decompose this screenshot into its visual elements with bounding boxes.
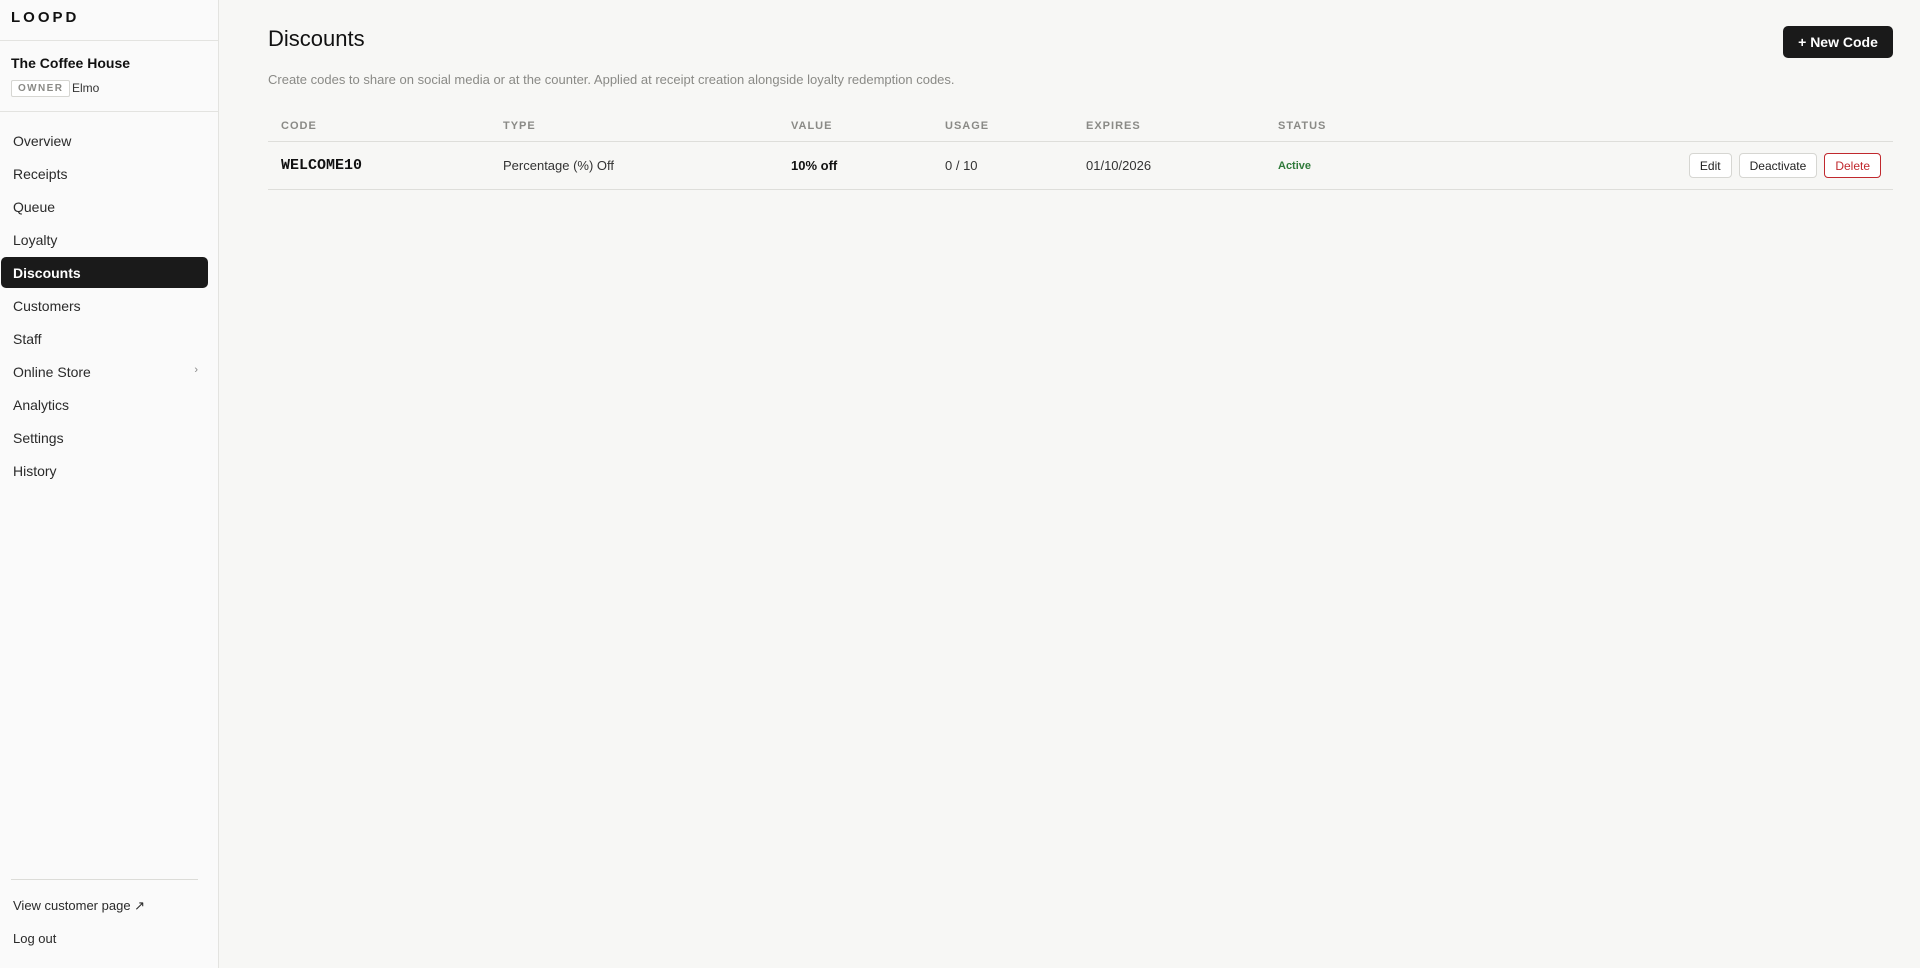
table-row: WELCOME10 Percentage (%) Off 10% off 0 /…	[268, 142, 1893, 190]
discount-code: WELCOME10	[281, 157, 363, 174]
sidebar-item-label: Online Store	[13, 363, 91, 380]
column-header-status: STATUS	[1278, 120, 1327, 132]
sidebar-item-history[interactable]: History	[1, 455, 208, 486]
sidebar-divider	[0, 40, 218, 41]
sidebar-item-online-store[interactable]: Online Store ›	[1, 356, 208, 387]
sidebar-item-overview[interactable]: Overview	[1, 125, 208, 156]
view-customer-page-link[interactable]: View customer page ↗	[13, 898, 145, 914]
sidebar: LOOPD The Coffee House OWNER Elmo Overvi…	[0, 0, 219, 968]
sidebar-item-label: Staff	[13, 330, 42, 347]
column-header-expires: EXPIRES	[1086, 120, 1141, 132]
sidebar-item-settings[interactable]: Settings	[1, 422, 208, 453]
column-header-value: VALUE	[791, 120, 833, 132]
chevron-right-icon: ›	[194, 364, 198, 376]
app-logo[interactable]: LOOPD	[11, 9, 79, 26]
sidebar-item-label: Customers	[13, 297, 81, 314]
row-actions: Edit Deactivate Delete	[1688, 153, 1881, 178]
discount-usage: 0 / 10	[945, 158, 978, 173]
sidebar-item-loyalty[interactable]: Loyalty	[1, 224, 208, 255]
sidebar-item-label: Queue	[13, 198, 56, 215]
discount-value: 10% off	[791, 158, 838, 173]
sidebar-item-staff[interactable]: Staff	[1, 323, 208, 354]
discounts-table: CODE TYPE VALUE USAGE EXPIRES STATUS WEL…	[268, 117, 1893, 190]
deactivate-button[interactable]: Deactivate	[1738, 153, 1818, 178]
status-badge: Active	[1278, 160, 1312, 172]
sidebar-nav: Overview Receipts Queue Loyalty Discount…	[0, 125, 219, 488]
edit-button[interactable]: Edit	[1688, 153, 1732, 178]
sidebar-item-customers[interactable]: Customers	[1, 290, 208, 321]
table-header: CODE TYPE VALUE USAGE EXPIRES STATUS	[268, 117, 1893, 142]
column-header-usage: USAGE	[945, 120, 990, 132]
page-subtitle: Create codes to share on social media or…	[268, 72, 955, 87]
column-header-type: TYPE	[503, 120, 536, 132]
column-header-code: CODE	[281, 120, 317, 132]
sidebar-item-label: History	[13, 462, 57, 479]
logout-link[interactable]: Log out	[13, 931, 56, 946]
sidebar-divider	[0, 111, 218, 112]
store-name: The Coffee House	[11, 55, 131, 71]
sidebar-item-label: Loyalty	[13, 231, 58, 248]
sidebar-divider	[11, 879, 198, 880]
sidebar-item-discounts[interactable]: Discounts	[1, 257, 208, 288]
sidebar-item-label: Receipts	[13, 165, 68, 182]
user-name: Elmo	[72, 81, 100, 95]
sidebar-item-label: Overview	[13, 132, 72, 149]
discount-expires: 01/10/2026	[1086, 158, 1152, 173]
discount-type: Percentage (%) Off	[503, 158, 615, 173]
role-badge: OWNER	[11, 80, 71, 97]
sidebar-item-receipts[interactable]: Receipts	[1, 158, 208, 189]
sidebar-item-queue[interactable]: Queue	[1, 191, 208, 222]
sidebar-item-label: Settings	[13, 429, 64, 446]
sidebar-item-label: Discounts	[13, 264, 81, 281]
new-code-button[interactable]: + New Code	[1783, 26, 1893, 58]
sidebar-item-analytics[interactable]: Analytics	[1, 389, 208, 420]
page-title: Discounts	[268, 26, 365, 51]
sidebar-item-label: Analytics	[13, 396, 70, 413]
delete-button[interactable]: Delete	[1824, 153, 1881, 178]
